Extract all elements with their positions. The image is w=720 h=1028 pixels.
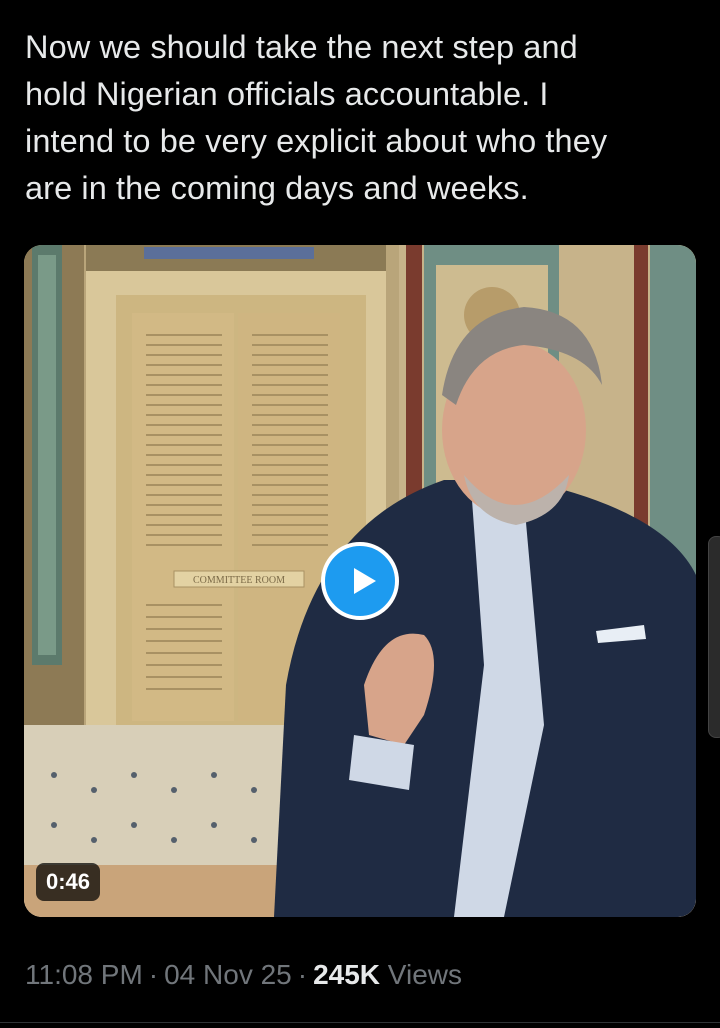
- tweet-date[interactable]: 04 Nov 25: [164, 959, 292, 990]
- play-button[interactable]: [321, 542, 399, 620]
- video-player[interactable]: COMMITTEE ROOM 0:46: [24, 245, 696, 917]
- video-duration: 0:46: [36, 863, 101, 901]
- play-icon: [354, 568, 376, 594]
- tweet-meta: 11:08 PM · 04 Nov 25 · 245K Views: [25, 955, 462, 995]
- tweet-text-line: Now we should take the next step and: [25, 29, 578, 65]
- tweet-text-line: hold Nigerian officials accountable. I: [25, 76, 549, 112]
- side-scroll-handle[interactable]: [708, 536, 720, 738]
- views-label: Views: [387, 959, 462, 990]
- divider: [0, 1022, 720, 1023]
- tweet-text-line: are in the coming days and weeks.: [25, 170, 529, 206]
- meta-separator: ·: [148, 959, 159, 990]
- tweet-text: Now we should take the next step and hol…: [25, 24, 705, 212]
- tweet-text-line: intend to be very explicit about who the…: [25, 123, 608, 159]
- tweet-time[interactable]: 11:08 PM: [25, 959, 143, 990]
- views-count: 245K: [313, 959, 381, 990]
- meta-separator: ·: [297, 959, 308, 990]
- door-sign: COMMITTEE ROOM: [193, 575, 285, 586]
